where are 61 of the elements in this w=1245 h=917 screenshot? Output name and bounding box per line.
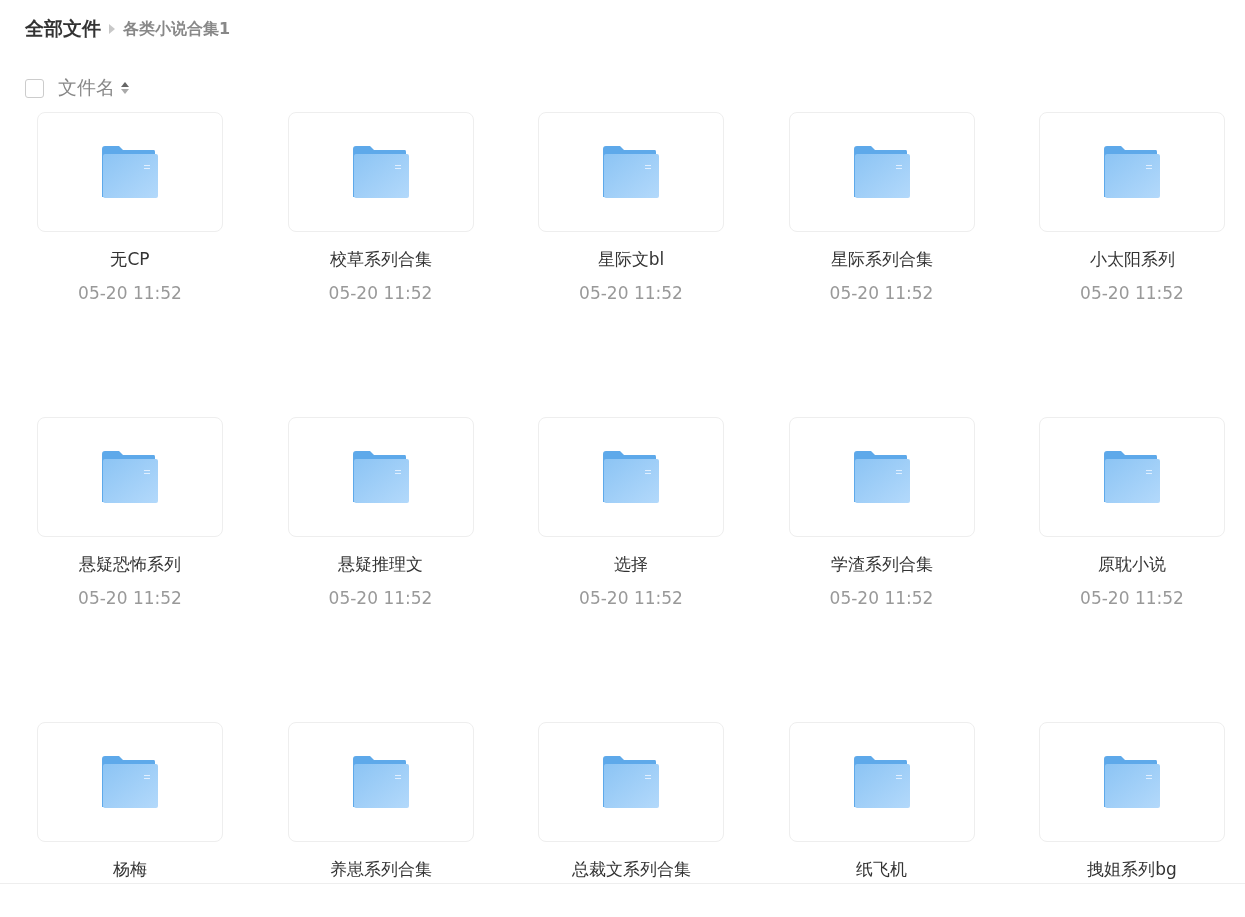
modified-time: 05-20 11:52 xyxy=(829,283,934,303)
breadcrumb-separator-icon xyxy=(109,24,115,34)
folder-icon xyxy=(352,756,409,808)
folder-tile[interactable] xyxy=(788,722,975,842)
breadcrumb-item[interactable]: 各类小说合集1 xyxy=(123,18,231,40)
folder-icon xyxy=(853,756,910,808)
folder-name[interactable]: 悬疑恐怖系列 xyxy=(79,553,181,576)
modified-time: 05-20 11:52 xyxy=(1080,283,1184,303)
breadcrumb-item[interactable]: 全部文件 xyxy=(25,16,101,42)
sort-icon xyxy=(121,81,129,95)
folder-name[interactable]: 杨梅 xyxy=(113,858,147,881)
modified-time: 05-20 11:52 xyxy=(829,588,934,608)
folder-icon xyxy=(352,451,409,503)
folder-tile[interactable] xyxy=(538,417,724,537)
folder-name[interactable]: 原耽小说 xyxy=(1098,553,1166,576)
folder-tile[interactable] xyxy=(1039,722,1225,842)
folder-name[interactable]: 星际系列合集 xyxy=(830,248,933,271)
folder-name[interactable]: 拽姐系列bg xyxy=(1087,858,1177,881)
folder-icon xyxy=(603,451,659,503)
folder-tile[interactable] xyxy=(538,112,724,232)
sort-by-name-button[interactable]: 文件名 xyxy=(58,75,115,101)
folder-name[interactable]: 总裁文系列合集 xyxy=(571,858,691,881)
folder-name[interactable]: 小太阳系列 xyxy=(1089,248,1175,271)
folder-icon xyxy=(1104,451,1160,503)
folder-icon xyxy=(853,146,910,198)
modified-time: 05-20 11:52 xyxy=(579,283,683,303)
modified-time: 05-20 11:52 xyxy=(328,588,433,608)
folder-name[interactable]: 养崽系列合集 xyxy=(329,858,432,881)
folder-name[interactable]: 学渣系列合集 xyxy=(830,553,933,576)
folder-tile[interactable] xyxy=(287,417,474,537)
folder-tile[interactable] xyxy=(37,417,223,537)
folder-name[interactable]: 校草系列合集 xyxy=(329,248,432,271)
folder-tile[interactable] xyxy=(1039,417,1225,537)
folder-icon xyxy=(1104,146,1160,198)
folder-name[interactable]: 选择 xyxy=(614,553,648,576)
folder-name[interactable]: 星际文bl xyxy=(597,248,665,271)
folder-icon xyxy=(102,756,158,808)
modified-time: 05-20 11:52 xyxy=(78,283,182,303)
modified-time: 05-20 11:52 xyxy=(328,283,433,303)
folder-tile[interactable] xyxy=(1039,112,1225,232)
folder-icon xyxy=(853,451,910,503)
modified-time: 05-20 11:52 xyxy=(579,588,683,608)
folder-name[interactable]: 悬疑推理文 xyxy=(338,553,423,576)
folder-tile[interactable] xyxy=(287,112,474,232)
folder-tile[interactable] xyxy=(788,112,975,232)
modified-time: 05-20 11:52 xyxy=(78,588,182,608)
modified-time: 05-20 11:52 xyxy=(1080,588,1184,608)
folder-tile[interactable] xyxy=(37,112,223,232)
folder-tile[interactable] xyxy=(37,722,223,842)
folder-tile[interactable] xyxy=(788,417,975,537)
folder-tile[interactable] xyxy=(287,722,474,842)
select-all-checkbox[interactable] xyxy=(25,78,44,98)
folder-name[interactable]: 纸飞机 xyxy=(856,858,907,881)
folder-icon xyxy=(603,146,659,198)
folder-icon xyxy=(603,756,659,808)
folder-icon xyxy=(102,146,158,198)
folder-tile[interactable] xyxy=(538,722,724,842)
folder-icon xyxy=(1104,756,1160,808)
folder-name[interactable]: 无CP xyxy=(110,248,150,271)
folder-icon xyxy=(102,451,158,503)
folder-icon xyxy=(352,146,409,198)
